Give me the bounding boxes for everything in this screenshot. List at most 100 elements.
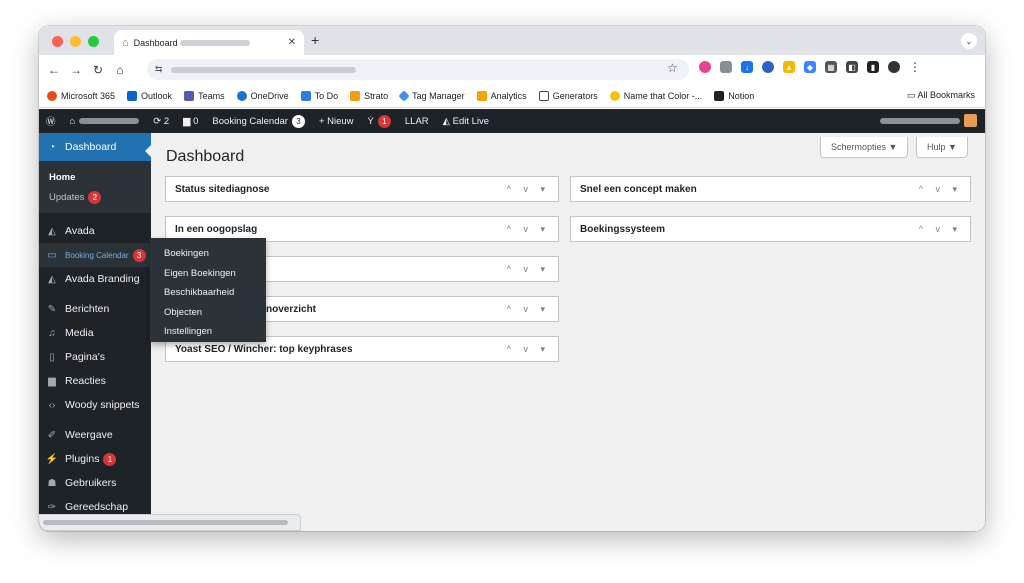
bookmark-generators[interactable]: Generators [538,90,598,101]
screen-extension-icon[interactable]: ▦ [825,61,837,73]
sidebar-item-dashboard[interactable]: ◔ Dashboard [39,133,152,161]
sidebar-item-paginas[interactable]: ▯ Pagina's [39,345,151,369]
teams-icon [184,90,195,101]
refresh-icon: ⟳ [153,115,162,127]
color-extension-icon[interactable] [699,61,711,73]
sidebar-item-woody-snippets[interactable]: ‹› Woody snippets [39,393,151,417]
bookmark-teams[interactable]: Teams [184,90,225,101]
widget-boekingssysteem[interactable]: Boekingssysteem ^ v ▾ [570,216,971,242]
comment-icon: ▆ [183,115,191,127]
calendar-icon: ▭ [47,249,57,261]
new-tab-button[interactable]: + [311,32,319,48]
pin-icon: ✎ [47,303,57,315]
tab-title: Dashboard [133,37,178,48]
profile-avatar-icon[interactable] [888,61,900,73]
browser-menu-icon[interactable]: ⋮ [909,60,921,74]
tag-extension-icon[interactable]: ◆ [804,61,816,73]
reload-icon[interactable]: ↻ [87,63,109,77]
user-account-menu[interactable] [880,114,977,127]
bookmark-outlook[interactable]: Outlook [127,90,172,101]
analytics-icon [476,90,487,101]
close-tab-icon[interactable]: ✕ [288,37,296,48]
folder-icon [538,90,549,101]
camera-extension-icon[interactable] [720,61,732,73]
wp-home-icon: ⌂ [122,36,129,49]
download-extension-icon[interactable]: ↓ [741,61,753,73]
edit-live-link[interactable]: ◭ Edit Live [436,109,496,133]
submenu-home[interactable]: Home [39,167,151,187]
bookmark-strato[interactable]: Strato [350,90,388,101]
widget-controls[interactable]: ^ v ▾ [507,344,550,355]
new-content-link[interactable]: + Nieuw [312,109,361,133]
screen-options-button[interactable]: Schermopties ▼ [820,137,909,158]
close-window-button[interactable] [52,36,63,47]
sidebar-item-media[interactable]: ♫ Media [39,321,151,345]
password-extension-icon[interactable] [762,61,774,73]
sidebar-item-plugins[interactable]: ⚡ Plugins 1 [39,447,151,471]
bookmark-star-icon[interactable]: ☆ [667,61,678,75]
address-bar[interactable]: ⇆ [147,59,689,80]
tab-strip: ⌂ Dashboard ✕ + ⌄ [39,26,985,55]
forward-icon[interactable]: → [65,63,87,77]
bookmark-todo[interactable]: To Do [300,90,338,101]
sidebar-item-avada-branding[interactable]: ◭ Avada Branding [39,267,151,291]
flyout-eigen-boekingen[interactable]: Eigen Boekingen [150,264,266,284]
widget-snel-concept[interactable]: Snel een concept maken ^ v ▾ [570,176,971,202]
comments-link[interactable]: ▆ 0 [176,109,205,133]
bookmark-microsoft-365[interactable]: Microsoft 365 [47,90,115,101]
submenu-updates[interactable]: Updates 2 [39,187,151,207]
bookmark-name-that-color[interactable]: Name that Color -... [609,90,702,101]
updates-link[interactable]: ⟳ 2 [146,109,176,133]
sidebar-item-weergave[interactable]: ✐ Weergave [39,423,151,447]
widget-controls[interactable]: ^ v ▾ [507,184,550,195]
flyout-beschikbaarheid[interactable]: Beschikbaarheid [150,283,266,303]
bookmark-onedrive[interactable]: OneDrive [236,90,289,101]
help-button[interactable]: Hulp ▼ [916,137,968,158]
widget-status-sitediagnose[interactable]: Status sitediagnose ^ v ▾ [165,176,559,202]
sidebar-item-booking-calendar[interactable]: ▭ Booking Calendar 3 [39,243,151,267]
admin-sidebar: ◔ Dashboard Home Updates 2 ◭ Avada ▭ Bookin… [39,133,152,531]
sidebar-item-avada[interactable]: ◭ Avada [39,219,151,243]
avada-icon: ◭ [442,115,450,127]
url-blurred [170,66,356,73]
bookmark-analytics[interactable]: Analytics [476,90,527,101]
site-name-blurred [79,118,140,124]
bookmark-notion[interactable]: Notion [714,90,754,101]
sidebar-item-gebruikers[interactable]: ☗ Gebruikers [39,471,151,495]
minimize-window-button[interactable] [70,36,81,47]
wordpress-logo-icon[interactable]: Ⓦ [39,109,63,133]
sidebar-item-reacties[interactable]: ▆ Reacties [39,369,151,393]
yoast-link[interactable]: Ẏ1 [361,109,398,133]
back-icon[interactable]: ← [43,63,65,77]
widget-controls[interactable]: ^ v ▾ [919,184,962,195]
widget-controls[interactable]: ^ v ▾ [507,264,550,275]
widget-controls[interactable]: ^ v ▾ [507,304,550,315]
bookmark-tag-manager[interactable]: Tag Manager [398,89,465,102]
notion-icon [714,90,725,101]
warning-extension-icon[interactable]: ▲ [783,61,795,73]
all-bookmarks[interactable]: ▭ All Bookmarks [907,90,975,101]
browser-tab[interactable]: ⌂ Dashboard ✕ [114,30,304,55]
maximize-window-button[interactable] [88,36,99,47]
widget-controls[interactable]: ^ v ▾ [507,224,550,235]
outlook-icon [127,90,138,101]
link-status-bar [39,514,301,531]
site-info-icon[interactable]: ⇆ [155,64,163,75]
wrench-icon: ✑ [47,501,57,513]
site-name[interactable]: ⌂ [63,109,147,133]
widget-controls[interactable]: ^ v ▾ [919,224,962,235]
wp-admin-bar: Ⓦ ⌂ ⟳ 2 ▆ 0 Booking Calendar 3 + Nieuw Ẏ1… [39,109,985,133]
flyout-instellingen[interactable]: Instellingen [150,322,266,342]
avatar [964,114,977,127]
puzzle-extension-icon[interactable]: ◧ [846,61,858,73]
color-icon [609,90,620,101]
booking-calendar-link[interactable]: Booking Calendar 3 [205,109,312,133]
flyout-objecten[interactable]: Objecten [150,303,266,323]
flyout-boekingen[interactable]: Boekingen [150,244,266,264]
sidebar-item-berichten[interactable]: ✎ Berichten [39,297,151,321]
tab-search-button[interactable]: ⌄ [961,33,977,49]
page-title: Dashboard [166,148,245,165]
llar-link[interactable]: LLAR [398,109,436,133]
sidepanel-icon[interactable]: ▮ [867,61,879,73]
home-icon[interactable]: ⌂ [109,63,131,77]
